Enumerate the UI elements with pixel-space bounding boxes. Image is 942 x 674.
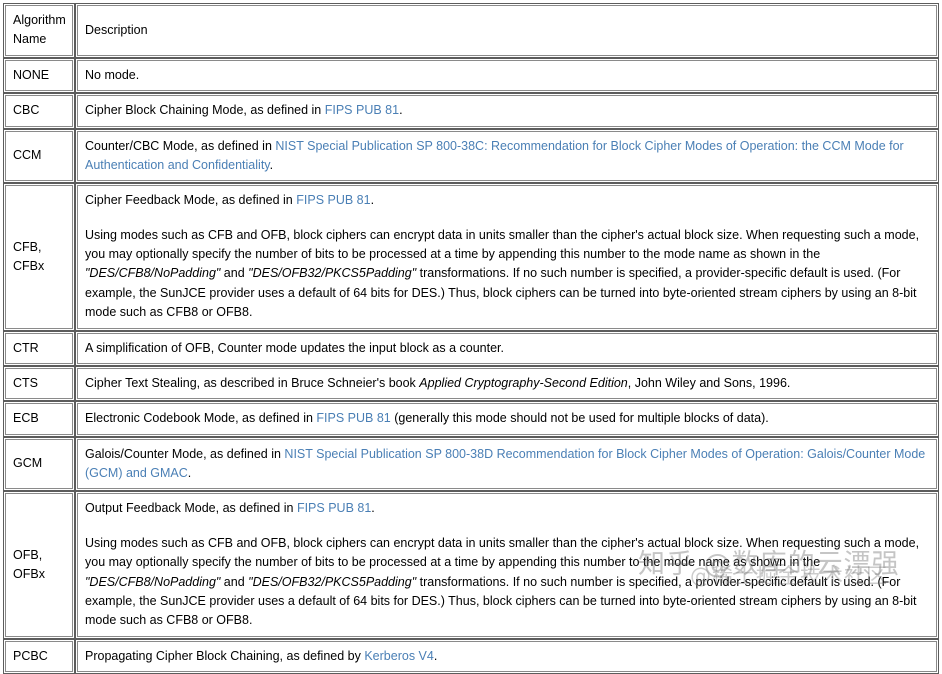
description-cell: Cipher Block Chaining Mode, as defined i… <box>75 93 939 129</box>
table-row: GCM Galois/Counter Mode, as defined in NI… <box>3 436 939 492</box>
table-row: CTS Cipher Text Stealing, as described in… <box>3 365 939 402</box>
table-header-row: Algorithm Name Description <box>3 3 939 58</box>
table-body: NONE No mode. CBC Cipher Block Chaining Mod… <box>3 57 939 674</box>
description-paragraph: Galois/Counter Mode, as defined in NIST … <box>85 445 930 484</box>
body-text: Using modes such as CFB and OFB, block c… <box>85 227 920 261</box>
algorithm-name-cell: CTR <box>3 330 75 366</box>
body-text: Using modes such as CFB and OFB, block c… <box>85 535 920 570</box>
description-paragraph: Using modes such as CFB and OFB, block c… <box>85 226 930 323</box>
description-cell: Cipher Feedback Mode, as defined in FIPS… <box>75 183 939 331</box>
body-text: Output Feedback Mode, as defined in <box>85 501 297 516</box>
table-row: CBC Cipher Block Chaining Mode, as define… <box>3 93 939 129</box>
body-text: . <box>187 466 192 480</box>
description-paragraph: Cipher Feedback Mode, as defined in FIPS… <box>85 191 930 210</box>
description-paragraph: A simplification of OFB, Counter mode up… <box>85 339 930 358</box>
description-paragraph: Cipher Text Stealing, as described in Br… <box>85 374 930 393</box>
description-cell: No mode. <box>75 57 939 94</box>
table-row: CFB, CFBx Cipher Feedback Mode, as define… <box>3 183 939 331</box>
body-text: Cipher Feedback Mode, as defined in <box>85 193 297 208</box>
emphasis-text: Applied Cryptography-Second Edition <box>419 375 628 390</box>
column-header-description: Description <box>75 3 939 58</box>
document-page: Algorithm Name Description NONE No mode. C… <box>0 0 942 674</box>
table-row: CCM Counter/CBC Mode, as defined in NIST … <box>3 128 939 184</box>
algorithm-name-cell: CBC <box>3 93 75 129</box>
reference-link[interactable]: FIPS PUB 81 <box>325 103 399 117</box>
description-paragraph: Using modes such as CFB and OFB, block c… <box>85 534 930 631</box>
description-paragraph: No mode. <box>85 66 930 85</box>
emphasis-text: "DES/OFB32/PKCS5Padding" <box>248 574 417 589</box>
algorithm-name-cell: PCBC <box>3 638 75 674</box>
reference-link[interactable]: Kerberos V4 <box>364 649 433 663</box>
body-text: and <box>220 574 249 589</box>
table-row: NONE No mode. <box>3 57 939 94</box>
body-text: Cipher Text Stealing, as described in Br… <box>85 375 420 390</box>
reference-link[interactable]: FIPS PUB 81 <box>316 411 390 425</box>
table-row: ECB Electronic Codebook Mode, as defined … <box>3 401 939 437</box>
body-text: Galois/Counter Mode, as defined in <box>85 446 285 461</box>
reference-link[interactable]: FIPS PUB 81 <box>296 193 370 207</box>
body-text: A simplification of OFB, Counter mode up… <box>85 340 504 355</box>
body-text: . <box>269 157 274 172</box>
description-cell: A simplification of OFB, Counter mode up… <box>75 330 939 366</box>
description-paragraph: Output Feedback Mode, as defined in FIPS… <box>85 499 930 518</box>
body-text: Counter/CBC Mode, as defined in <box>85 138 276 153</box>
table-row: PCBC Propagating Cipher Block Chaining, a… <box>3 638 939 674</box>
body-text: (generally this mode should not be used … <box>390 411 769 426</box>
body-text: Electronic Codebook Mode, as defined in <box>85 411 317 426</box>
description-cell: Cipher Text Stealing, as described in Br… <box>75 365 939 402</box>
description-cell: Propagating Cipher Block Chaining, as de… <box>75 638 939 674</box>
algorithm-name-cell: NONE <box>3 57 75 94</box>
table-header: Algorithm Name Description <box>3 3 939 58</box>
emphasis-text: "DES/OFB32/PKCS5Padding" <box>248 266 417 281</box>
body-text: Propagating Cipher Block Chaining, as de… <box>85 648 365 663</box>
description-cell: Galois/Counter Mode, as defined in NIST … <box>75 436 939 492</box>
description-cell: Counter/CBC Mode, as defined in NIST Spe… <box>75 128 939 184</box>
description-cell: Output Feedback Mode, as defined in FIPS… <box>75 491 939 639</box>
description-paragraph: Counter/CBC Mode, as defined in NIST Spe… <box>85 137 930 176</box>
algorithm-name-cell: GCM <box>3 436 75 492</box>
algorithm-name-cell: CTS <box>3 365 75 402</box>
body-text: . <box>399 103 403 118</box>
table-row: CTR A simplification of OFB, Counter mode… <box>3 330 939 366</box>
column-header-algorithm-name: Algorithm Name <box>3 3 75 58</box>
body-text: , John Wiley and Sons, 1996. <box>627 375 791 390</box>
body-text: . <box>371 501 375 516</box>
body-text: . <box>370 193 375 208</box>
body-text: No mode. <box>85 67 140 82</box>
cipher-modes-table: Algorithm Name Description NONE No mode. C… <box>3 3 939 674</box>
table-row: OFB, OFBx Output Feedback Mode, as define… <box>3 491 939 639</box>
algorithm-name-cell: CFB, CFBx <box>3 183 75 331</box>
algorithm-name-cell: CCM <box>3 128 75 184</box>
reference-link[interactable]: FIPS PUB 81 <box>297 501 371 515</box>
description-cell: Electronic Codebook Mode, as defined in … <box>75 401 939 437</box>
body-text: . <box>433 648 438 663</box>
description-paragraph: Propagating Cipher Block Chaining, as de… <box>85 647 930 666</box>
algorithm-name-cell: OFB, OFBx <box>3 491 75 639</box>
body-text: Cipher Block Chaining Mode, as defined i… <box>85 103 325 118</box>
description-paragraph: Cipher Block Chaining Mode, as defined i… <box>85 101 930 120</box>
emphasis-text: "DES/CFB8/NoPadding" <box>85 266 221 281</box>
emphasis-text: "DES/CFB8/NoPadding" <box>85 574 221 589</box>
body-text: and <box>220 266 249 281</box>
algorithm-name-cell: ECB <box>3 401 75 437</box>
description-paragraph: Electronic Codebook Mode, as defined in … <box>85 409 930 428</box>
